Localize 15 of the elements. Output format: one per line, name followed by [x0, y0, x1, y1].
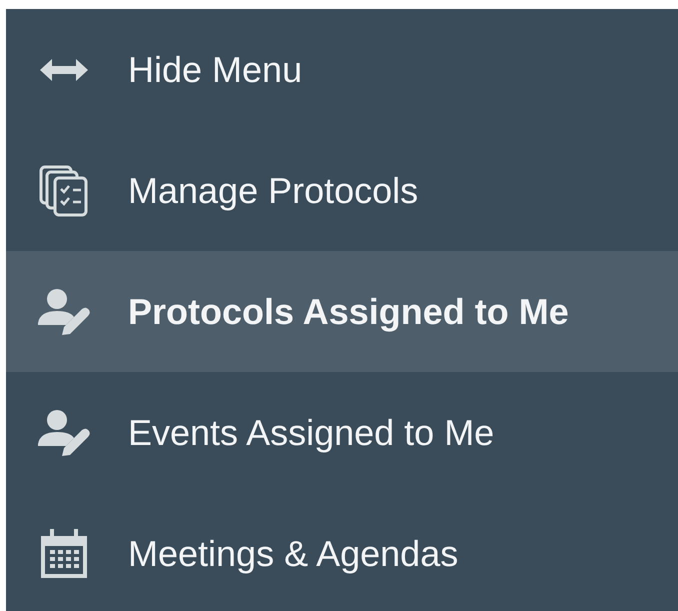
checklist-stack-icon: [39, 164, 89, 216]
calendar-icon: [39, 528, 89, 580]
menu-item-label: Events Assigned to Me: [128, 410, 494, 454]
menu-item-label: Protocols Assigned to Me: [128, 290, 569, 334]
menu-item[interactable]: Manage Protocols: [6, 130, 678, 251]
user-pencil-icon: [38, 408, 90, 458]
menu-item-label: Manage Protocols: [128, 168, 418, 212]
user-pencil-icon: [38, 286, 90, 336]
menu-item[interactable]: Protocols Assigned to Me: [6, 251, 678, 372]
menu-item-label: Hide Menu: [128, 48, 302, 92]
menu-item[interactable]: Events Assigned to Me: [6, 372, 678, 493]
menu-item-label: Meetings & Agendas: [128, 532, 458, 576]
menu-item[interactable]: Meetings & Agendas: [6, 493, 678, 611]
arrows-horizontal-icon: [38, 56, 90, 82]
menu-item[interactable]: Hide Menu: [6, 9, 678, 130]
